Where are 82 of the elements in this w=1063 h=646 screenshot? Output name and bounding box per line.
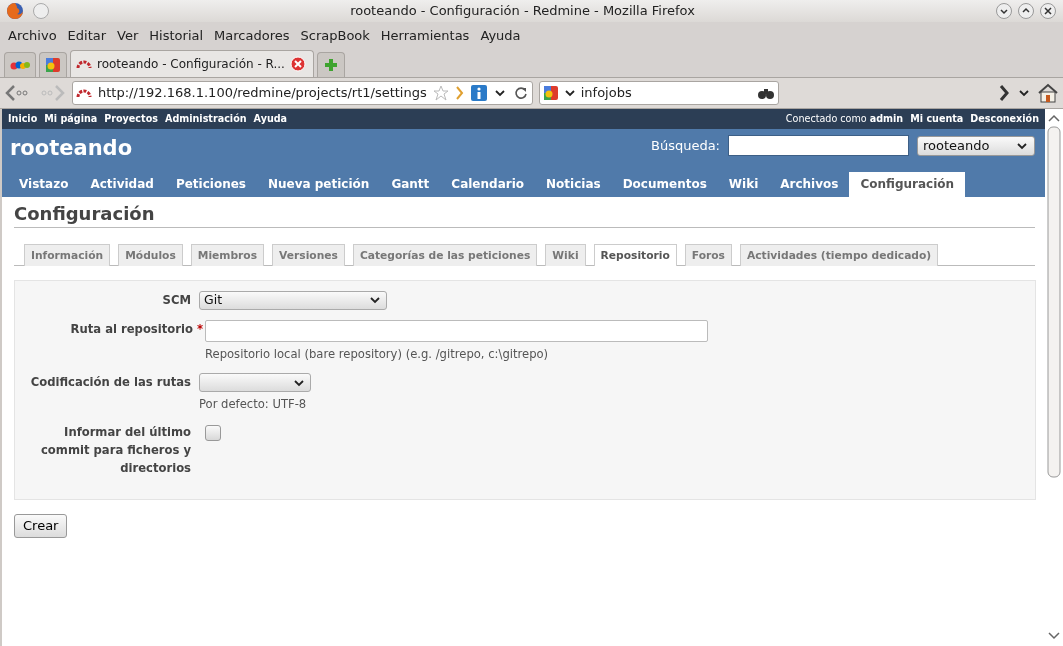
search-text: infojobs [580,84,633,103]
main-menu-tab[interactable]: Documentos [611,172,718,197]
checkbox[interactable] [205,425,221,442]
main-menu-tab[interactable]: Noticias [535,172,612,197]
binoculars-icon[interactable] [756,86,775,100]
home-icon[interactable] [1037,82,1059,104]
search-field[interactable] [728,135,909,156]
settings-tab[interactable]: Miembros [190,243,265,266]
info-icon[interactable] [470,85,487,101]
top-menu-link[interactable]: Mi página [44,111,98,127]
settings-tab[interactable]: Wiki [545,243,586,266]
required-mark: * [196,321,203,336]
menu-item[interactable]: Ver [113,26,143,46]
close-icon[interactable] [1039,2,1057,20]
settings-tab[interactable]: Categorías de las peticiones [352,243,538,266]
top-menu-link[interactable]: Desconexión [970,111,1039,127]
text-field[interactable] [205,319,708,342]
google-icon [542,85,559,101]
top-menu-link[interactable]: Ayuda [253,111,288,127]
browser-tab[interactable] [4,52,36,77]
hint-text: Repositorio local (bare repository) (e.g. /gitrepo, c:\gitrepo) [205,345,550,363]
minimize-icon[interactable] [995,2,1013,20]
window-button-icon[interactable] [32,2,50,20]
address-bar[interactable]: http://192.168.1.100/redmine/projects/rt1/settings [72,81,533,105]
reload-icon[interactable] [512,85,529,101]
redmine-icon [76,88,92,98]
field-label: Ruta al repositorio [70,321,193,336]
project-title[interactable]: rooteando [10,133,133,165]
chevron-icon[interactable] [999,84,1011,102]
main-menu-tab[interactable]: Gantt [380,172,441,197]
field-label: Informar del último commit para ficheros y directorios [40,424,192,478]
url-text: http://192.168.1.100/redmine/projects/rt1/settings [98,84,427,103]
logged-in-text: Conectado como admin [785,111,904,126]
menu-item[interactable]: Ayuda [476,26,525,46]
window-title: rooteando - Configuración - Redmine - Mozilla Firefox [349,2,696,21]
main-menu-tab[interactable]: Calendario [440,172,535,197]
settings-tab[interactable]: Foros [684,243,732,266]
browser-tab[interactable]: rooteando - Configuración - R... [70,50,314,77]
menu-item[interactable]: Archivo [4,26,61,46]
menu-item[interactable]: Herramientas [376,26,474,46]
google-icon [45,57,61,73]
field-label: SCM [161,291,192,309]
project-select[interactable]: rooteando [917,135,1035,156]
top-menu-link[interactable]: Administración [164,111,247,127]
menu-item[interactable]: Historial [145,26,208,46]
create-button[interactable]: Crear [14,514,68,538]
hint-text: Por defecto: UTF-8 [199,396,308,414]
page-heading: Configuración [14,203,1035,228]
top-menu-link[interactable]: Mi cuenta [910,111,964,127]
select-field[interactable] [199,373,311,393]
menu-item[interactable]: ScrapBook [296,26,374,46]
settings-tab[interactable]: Actividades (tiempo dedicado) [740,243,939,266]
main-menu-tab[interactable]: Peticiones [164,172,257,197]
settings-tab[interactable]: Repositorio [593,243,677,266]
close-tab-icon[interactable] [289,56,306,72]
browser-tab[interactable] [39,52,67,77]
menu-item[interactable]: Editar [63,26,111,46]
settings-tab[interactable]: Módulos [118,243,183,266]
settings-tab[interactable]: Versiones [272,243,345,266]
tab-label: rooteando - Configuración - R... [97,56,285,73]
search-label: Búsqueda: [650,136,720,155]
star-icon[interactable] [432,85,449,101]
select-value: rooteando [923,136,990,155]
redmine-icon [76,59,92,69]
menu-item[interactable]: Marcadores [210,26,294,46]
browser-tab[interactable] [317,52,345,77]
firefox-icon [6,2,24,20]
main-menu-tab[interactable]: Archivos [769,172,850,197]
main-menu-tab[interactable]: Actividad [79,172,165,197]
main-menu-tab[interactable]: Configuración [849,172,966,197]
main-menu-tab[interactable]: Wiki [717,172,770,197]
main-menu-tab[interactable]: Nueva petición [256,172,381,197]
field-label: Codificación de las rutas [29,374,192,392]
top-menu-link[interactable]: Inicio [8,111,38,127]
plus-icon [323,57,339,73]
search-field[interactable]: infojobs [538,81,779,105]
settings-tab[interactable]: Información [24,243,111,266]
select-value: Git [204,290,223,309]
multicolor-logo-icon [10,59,30,71]
top-menu-link[interactable]: Proyectos [104,111,158,127]
main-menu-tab[interactable]: Vistazo [8,172,80,197]
select-field[interactable]: Git [199,290,387,310]
